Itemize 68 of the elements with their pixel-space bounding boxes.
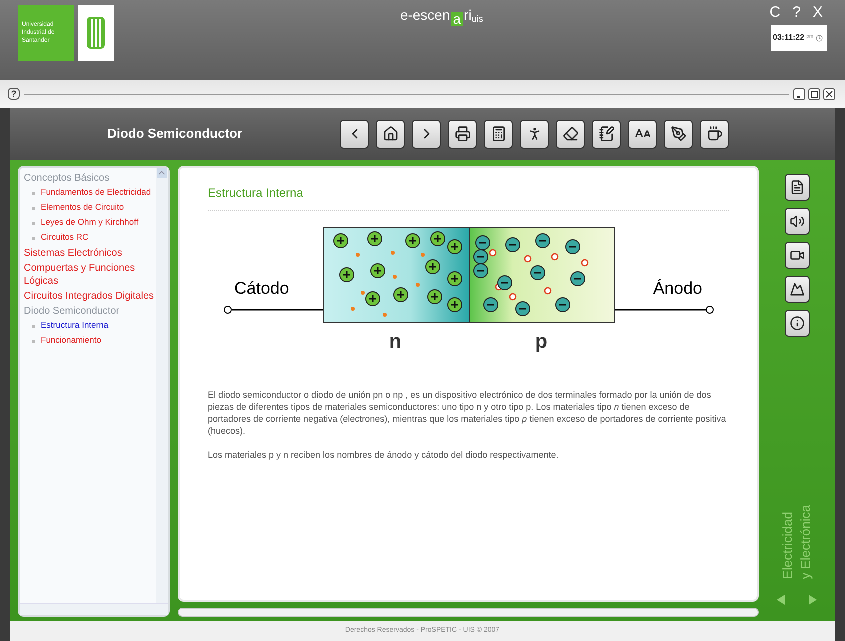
sidebar-item[interactable]: Estructura Interna	[41, 320, 109, 331]
sidebar-section[interactable]: Circuitos Integrados Digitales	[24, 290, 156, 303]
document-icon	[790, 180, 804, 195]
mountain-icon	[790, 282, 804, 297]
shield-logo-icon	[78, 5, 114, 61]
letters-button[interactable]	[628, 120, 657, 148]
vertical-scrollbar[interactable]	[156, 168, 168, 603]
cup-icon	[706, 126, 722, 142]
document-button[interactable]	[784, 174, 810, 201]
sidebar-item[interactable]: Funcionamiento	[41, 335, 102, 346]
speaker-button[interactable]	[784, 208, 810, 235]
window-button[interactable]: ?	[792, 5, 801, 21]
bullet-icon	[32, 207, 35, 210]
figure-button[interactable]	[520, 120, 549, 148]
clock-time: 03:11:22	[773, 32, 805, 44]
window-controls-icon[interactable]	[793, 88, 837, 100]
info-button[interactable]	[784, 310, 810, 337]
clock-icon	[816, 34, 823, 42]
calculator-button[interactable]	[484, 120, 513, 148]
speaker-icon	[790, 214, 804, 229]
sidebar-item[interactable]: Leyes de Ohm y Kirchhoff	[41, 217, 139, 228]
sidebar-section[interactable]: Conceptos Básicos	[24, 172, 156, 185]
cup-button[interactable]	[700, 120, 729, 148]
forward-button[interactable]	[412, 120, 441, 148]
body-paragraph: El diodo semiconductor o diodo de unión pn o np , es un dispositivo electrónico de dos terminales formado por la unión de dos piezas de diferentes tipos de materiales semiconductores: uno tipo n y otro tipo p. Los materiales tipo n tienen exceso de portadores de corriente negativa (electrones), mientras que los materiales tipo p tienen exceso de portadores de corriente positiva (huecos).	[208, 389, 728, 437]
sidebar-section[interactable]: Sistemas Electrónicos	[24, 247, 156, 260]
cathode-label: Cátodo	[234, 278, 290, 300]
bullet-icon	[32, 192, 35, 195]
home-button[interactable]	[376, 120, 405, 148]
window-button[interactable]: X	[812, 5, 823, 21]
pen-button[interactable]	[664, 120, 693, 148]
cathode-lead-icon	[222, 305, 322, 315]
window-button[interactable]: C	[770, 5, 781, 21]
eraser-icon	[562, 126, 578, 142]
bullet-icon	[32, 237, 35, 240]
camera-button[interactable]	[784, 242, 810, 269]
sidebar-item[interactable]: Circuitos RC	[41, 232, 89, 243]
sidebar-section[interactable]: Compuertas y Funciones Lógicas	[24, 262, 156, 288]
printer-icon	[454, 126, 470, 142]
bullet-icon	[32, 222, 35, 225]
sidebar-item[interactable]: Elementos de Circuito	[41, 202, 124, 213]
section-heading: Estructura Interna	[208, 184, 729, 211]
back-button[interactable]	[340, 120, 369, 148]
n-region-label: n	[388, 330, 403, 355]
calculator-icon	[490, 126, 506, 142]
notebook-button[interactable]	[592, 120, 621, 148]
pen-icon	[670, 126, 686, 142]
horizontal-scroll-track[interactable]	[178, 608, 759, 617]
bullet-icon	[32, 340, 35, 343]
anode-label: Ánodo	[653, 278, 702, 300]
home-icon	[382, 126, 398, 142]
body-paragraph: Los materiales p y n reciben los nombres de ánodo y cátodo del diodo respectivamente.	[208, 449, 560, 461]
eraser-button[interactable]	[556, 120, 585, 148]
sidebar-item[interactable]: Fundamentos de Electricidad	[41, 187, 152, 198]
anode-lead-icon	[614, 305, 714, 315]
side-caption: y Electrónica	[799, 504, 813, 579]
sidebar-section[interactable]: Diodo Semiconductor	[24, 305, 156, 318]
camera-icon	[790, 248, 804, 263]
horizontal-scrollbar[interactable]	[20, 603, 168, 615]
mountain-button[interactable]	[784, 276, 810, 303]
side-caption: Electricidad	[781, 512, 795, 579]
p-region-label: p	[534, 330, 549, 355]
info-icon	[790, 316, 804, 331]
notebook-icon	[598, 126, 614, 142]
help-button[interactable]: ?	[8, 88, 20, 100]
printer-button[interactable]	[448, 120, 477, 148]
bullet-icon	[32, 325, 35, 328]
toolbar-title: Diodo Semiconductor	[106, 125, 244, 144]
